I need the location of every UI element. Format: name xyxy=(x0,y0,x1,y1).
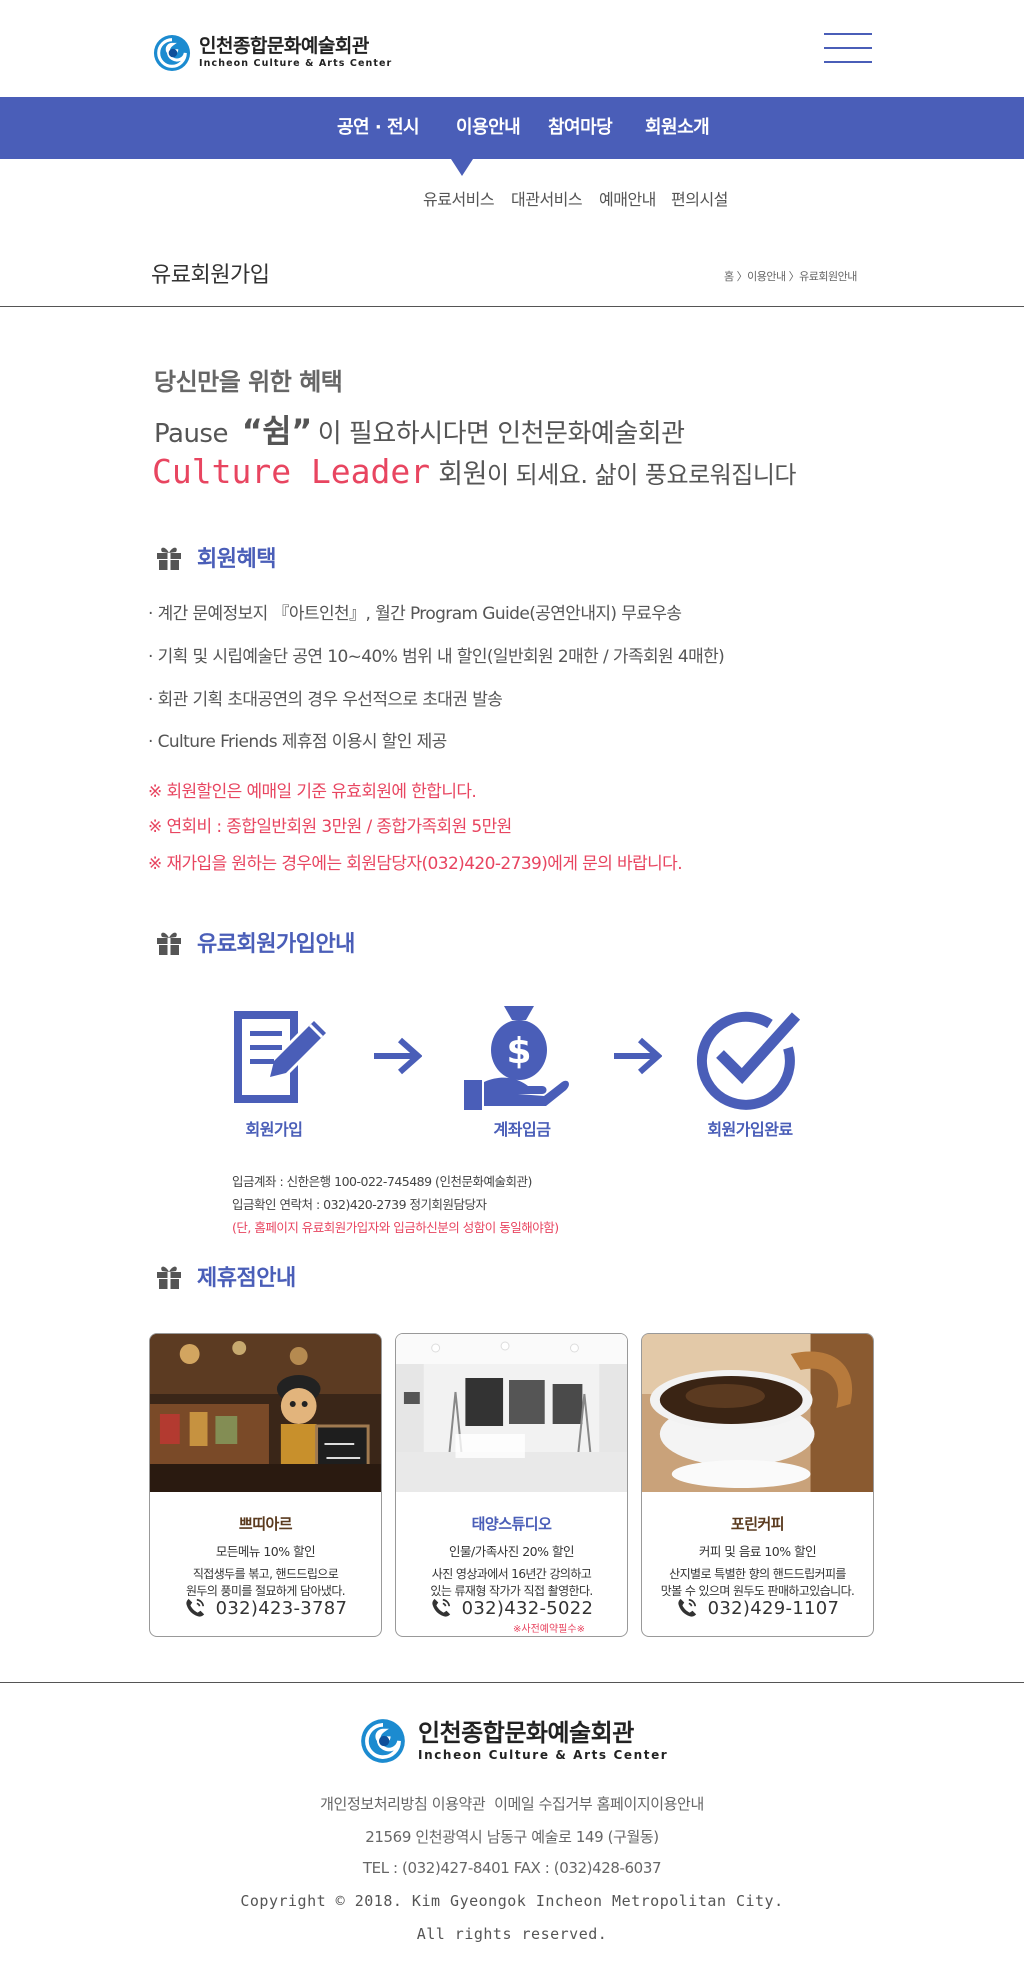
partner-phone-number: 032)423-3787 xyxy=(215,1597,348,1619)
partner-card-porin-coffee[interactable]: 포린커피 커피 및 음료 10% 할인 산지별로 특별한 향의 핸드드립커피를 … xyxy=(641,1333,874,1637)
document-pen-icon xyxy=(234,1011,326,1103)
footer-divider xyxy=(0,1682,1024,1683)
subnav-rental-service[interactable]: 대관서비스 xyxy=(511,186,583,210)
partner-desc-line: 산지별로 특별한 향의 핸드드립커피를 xyxy=(669,1567,846,1581)
nav-membership[interactable]: 회원소개 xyxy=(645,97,710,159)
partner-description: 산지별로 특별한 향의 핸드드립커피를 맛볼 수 있으며 원두도 판매하고있습니… xyxy=(642,1566,873,1600)
step-deposit-label: 계좌입금 xyxy=(493,1120,551,1139)
footer-link-terms[interactable]: 이용약관 xyxy=(432,1795,486,1813)
culture-leader-text: Culture Leader xyxy=(152,452,431,491)
notice-item: ※ 회원할인은 예매일 기준 유효회원에 한합니다. xyxy=(148,782,477,802)
partner-phone[interactable]: 032)432-5022 xyxy=(396,1597,627,1619)
svg-text:$: $ xyxy=(506,1031,531,1072)
footer-logo-korean: 인천종합문화예술회관 xyxy=(418,1719,634,1747)
intro-member-word: 회원 xyxy=(438,459,487,490)
notice-item: ※ 연회비 : 종합일반회원 3만원 / 종합가족회원 5만원 xyxy=(148,817,512,837)
intro-line2-rest: 이 필요하시다면 인천문화예술회관 xyxy=(317,419,685,449)
footer-link-site-guide[interactable]: 홈페이지이용안내 xyxy=(597,1795,705,1813)
partner-phone-number: 032)429-1107 xyxy=(707,1597,840,1619)
cafe-photo xyxy=(150,1334,381,1492)
partner-name: 태양스튜디오 xyxy=(471,1515,552,1533)
partner-offer: 모든메뉴 10% 할인 xyxy=(215,1544,316,1559)
logo-swirl-icon xyxy=(153,34,191,72)
check-circle-icon xyxy=(696,1011,801,1110)
money-bag-hand-icon: $ xyxy=(464,1006,569,1110)
hamburger-menu-icon[interactable] xyxy=(824,33,872,67)
footer-rights: All rights reserved. xyxy=(416,1925,608,1943)
studio-photo xyxy=(396,1334,627,1492)
intro-line3-rest: 이 되세요. 삶이 풍요로워집니다 xyxy=(486,461,797,489)
gift-icon xyxy=(157,547,181,570)
phone-icon xyxy=(432,1598,450,1617)
site-header: 인천종합문화예술회관 Incheon Culture & Arts Center xyxy=(0,0,1024,97)
partner-name: 쁘띠아르 xyxy=(238,1515,293,1533)
partner-offer: 인물/가족사진 20% 할인 xyxy=(449,1544,574,1559)
reservation-required-note: ※사전예약필수※ xyxy=(513,1624,585,1635)
footer-logo-english: Incheon Culture & Arts Center xyxy=(418,1748,669,1762)
nav-usage-guide[interactable]: 이용안내 xyxy=(456,97,521,159)
partner-description: 직접생두를 볶고, 핸드드립으로 원두의 풍미를 절묘하게 담아냈다. xyxy=(150,1566,381,1600)
benefit-item: · 계간 문예정보지 『아트인천』, 월간 Program Guide(공연안내… xyxy=(148,604,682,624)
breadcrumb[interactable]: 홈 〉이용안내 〉유료회원안내 xyxy=(724,268,857,284)
account-info: 입금계좌 : 신한은행 100-022-745489 (인천문화예술회관) xyxy=(232,1174,532,1189)
account-note: (단, 홈페이지 유료회원가입자와 입금하신분의 성함이 동일해야함) xyxy=(232,1220,559,1235)
sub-navigation: 유료서비스 대관서비스 예매안내 편의시설 xyxy=(0,186,1024,216)
phone-icon xyxy=(678,1598,696,1617)
arrow-right-icon xyxy=(374,1037,422,1075)
intro-line-culture-leader: Culture Leader 회원이 되세요. 삶이 풍요로워집니다 xyxy=(152,452,797,491)
site-logo[interactable]: 인천종합문화예술회관 Incheon Culture & Arts Center xyxy=(153,34,392,72)
footer-link-email-refusal[interactable]: 이메일 수집거부 xyxy=(494,1795,593,1813)
intro-rest-word: “쉼” xyxy=(241,412,313,450)
footer-copyright: Copyright © 2018. Kim Gyeongok Incheon M… xyxy=(240,1892,784,1910)
footer-link-privacy[interactable]: 개인정보처리방침 xyxy=(320,1795,428,1813)
partner-card-taeyang-studio[interactable]: 태양스튜디오 인물/가족사진 20% 할인 사진 영상과에서 16년간 강의하고… xyxy=(395,1333,628,1637)
phone-icon xyxy=(186,1598,204,1617)
account-contact: 입금확인 연락처 : 032)420-2739 정기회원담당자 xyxy=(232,1197,487,1212)
partners-title: 제휴점안내 xyxy=(197,1266,296,1291)
intro-pause-word: Pause xyxy=(154,419,228,449)
footer-tel-fax: TEL : (032)427-8401 FAX : (032)428-6037 xyxy=(362,1859,662,1877)
nav-active-pointer xyxy=(451,159,473,176)
partner-phone[interactable]: 032)423-3787 xyxy=(150,1597,381,1619)
benefits-section-heading: 회원혜택 xyxy=(155,541,276,573)
benefits-title: 회원혜택 xyxy=(197,547,276,572)
signup-title: 유료회원가입안내 xyxy=(197,932,355,957)
intro-headline: 당신만을 위한 혜택 xyxy=(154,368,343,396)
partner-description: 사진 영상과에서 16년간 강의하고 있는 류재형 작가가 직접 촬영한다. xyxy=(396,1566,627,1600)
partner-phone[interactable]: 032)429-1107 xyxy=(642,1597,873,1619)
logo-korean-text: 인천종합문화예술회관 xyxy=(199,35,369,58)
benefit-item: · 회관 기획 초대공연의 경우 우선적으로 초대권 발송 xyxy=(148,690,503,710)
footer-address: 21569 인천광역시 남동구 예술로 149 (구월동) xyxy=(365,1828,659,1846)
main-navigation: 공연 · 전시 이용안내 참여마당 회원소개 xyxy=(0,97,1024,159)
subnav-paid-service[interactable]: 유료서비스 xyxy=(423,186,495,210)
intro-line-pause: Pause “쉼” 이 필요하시다면 인천문화예술회관 xyxy=(154,406,685,452)
coffee-photo xyxy=(642,1334,873,1492)
logo-swirl-icon xyxy=(361,1719,405,1763)
subnav-facilities[interactable]: 편의시설 xyxy=(671,186,728,210)
divider xyxy=(0,306,1024,307)
partner-desc-line: 사진 영상과에서 16년간 강의하고 xyxy=(431,1567,592,1581)
footer-logo[interactable]: 인천종합문화예술회관 Incheon Culture & Arts Center xyxy=(360,1718,668,1764)
nav-participation[interactable]: 참여마당 xyxy=(548,97,613,159)
gift-icon xyxy=(157,1266,181,1289)
partner-offer: 커피 및 음료 10% 할인 xyxy=(698,1544,817,1559)
notice-item: ※ 재가입을 원하는 경우에는 회원담당자(032)420-2739)에게 문의… xyxy=(148,854,683,874)
footer-links: 개인정보처리방침 이용약관 이메일 수집거부 홈페이지이용안내 xyxy=(0,1793,1024,1814)
gift-icon xyxy=(157,932,181,955)
benefit-item: · Culture Friends 제휴점 이용시 할인 제공 xyxy=(148,732,447,752)
partner-desc-line: 직접생두를 볶고, 핸드드립으로 xyxy=(192,1567,339,1581)
subnav-ticketing-guide[interactable]: 예매안내 xyxy=(599,186,656,210)
partner-phone-number: 032)432-5022 xyxy=(461,1597,594,1619)
partners-section-heading: 제휴점안내 xyxy=(155,1260,296,1292)
partner-card-petitart[interactable]: 쁘띠아르 모든메뉴 10% 할인 직접생두를 볶고, 핸드드립으로 원두의 풍미… xyxy=(149,1333,382,1637)
benefit-item: · 기획 및 시립예술단 공연 10~40% 범위 내 할인(일반회원 2매한 … xyxy=(148,647,725,667)
nav-performance-exhibition[interactable]: 공연 · 전시 xyxy=(337,97,420,159)
page-title: 유료회원가입 xyxy=(151,263,270,288)
signup-section-heading: 유료회원가입안내 xyxy=(155,926,355,958)
step-complete-label: 회원가입완료 xyxy=(707,1120,793,1139)
logo-english-text: Incheon Culture & Arts Center xyxy=(199,58,393,70)
partner-name: 포린커피 xyxy=(730,1515,785,1533)
arrow-right-icon xyxy=(614,1037,662,1075)
step-signup-label: 회원가입 xyxy=(245,1120,303,1139)
